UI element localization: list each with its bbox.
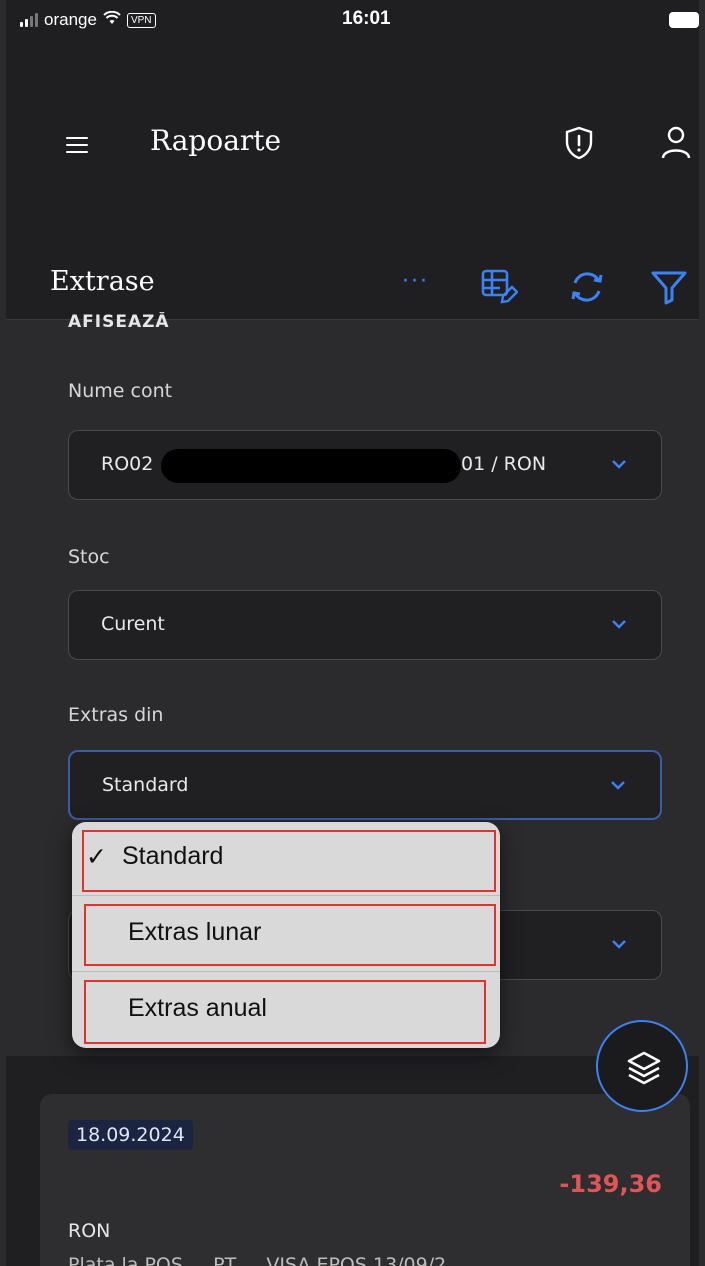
transaction-amount: -139,36 [559,1170,662,1198]
status-time: 16:01 [342,8,391,29]
filter-icon[interactable] [650,268,688,306]
transaction-card[interactable]: 18.09.2024 -139,36 RON Plata la POS ... … [40,1094,690,1266]
layers-button[interactable] [596,1020,688,1112]
account-label: Nume cont [68,380,173,402]
chevron-down-icon [612,940,626,949]
battery-icon [669,12,699,28]
statement-from-select[interactable]: Standard [68,750,662,820]
menu-icon[interactable] [66,137,88,153]
app-bar: Rapoarte Extrase ··· [6,40,699,320]
page: orange VPN 16:01 Rapoarte Extrase ··· AF… [6,0,699,1266]
status-left: orange VPN [20,10,156,30]
more-icon[interactable]: ··· [402,271,438,293]
refresh-icon[interactable] [568,268,606,306]
stock-value: Curent [101,613,165,635]
section-title: Extrase [50,266,155,297]
shield-icon[interactable] [564,126,594,160]
chevron-down-icon [612,620,626,629]
account-value-suffix: 01 / RON [461,453,547,475]
carrier-name: orange [44,10,97,29]
highlight-box [84,904,496,966]
page-title: Rapoarte [150,124,282,157]
highlight-box [82,830,496,892]
status-bar: orange VPN 16:01 [6,0,699,40]
account-value-prefix: RO02 [101,453,154,475]
account-select[interactable]: RO02 01 / RON [68,430,662,500]
transaction-description: Plata la POS ... PT ... VISA EPOS 13/09/… [68,1254,465,1266]
layers-icon [627,1051,661,1085]
statement-from-value: Standard [102,774,189,796]
signal-icon [20,13,38,27]
highlight-box [84,980,486,1044]
table-edit-icon[interactable] [480,268,519,306]
chevron-down-icon [611,781,625,790]
transaction-currency: RON [68,1220,111,1242]
statement-from-label: Extras din [68,704,164,726]
form-overline: AFIȘEAZĂ [68,312,170,328]
transaction-date: 18.09.2024 [68,1120,193,1150]
user-icon[interactable] [660,126,692,160]
chevron-down-icon [612,460,626,469]
stock-label: Stoc [68,546,110,568]
wifi-icon [103,10,121,30]
redaction-mark [161,449,461,483]
vpn-badge: VPN [126,12,156,28]
stock-select[interactable]: Curent [68,590,662,660]
